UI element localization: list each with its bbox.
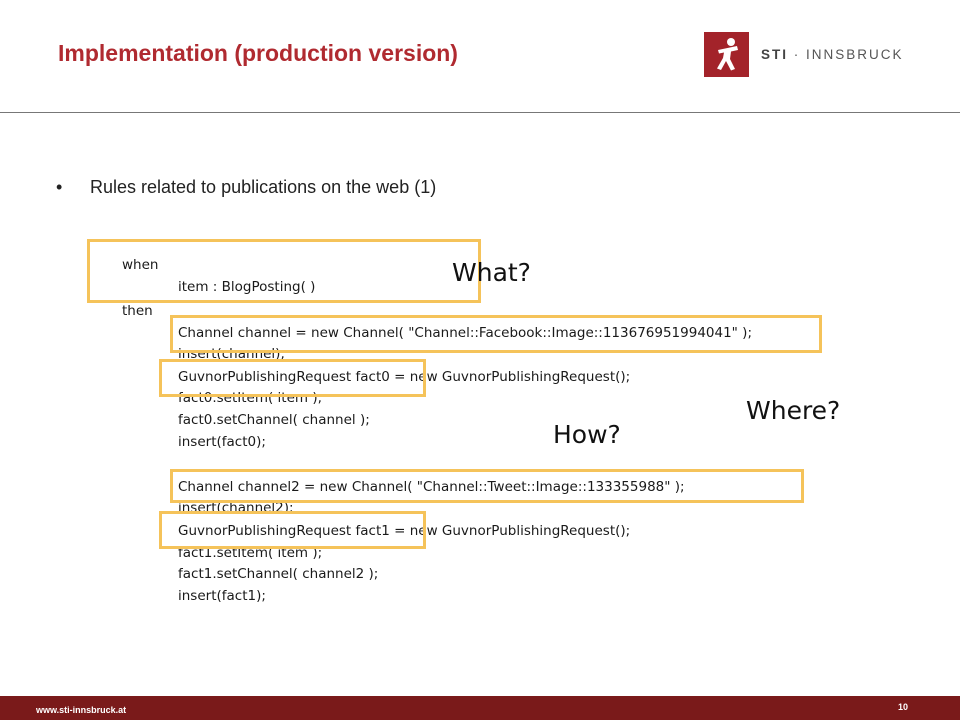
logo-name: INNSBRUCK [806,47,904,62]
code-line: insert(fact0); [178,434,266,450]
callout-how: How? [553,420,621,449]
bullet-item: • Rules related to publications on the we… [56,177,436,198]
code-then: then [122,303,153,319]
logo-wordmark: STI · INNSBRUCK [761,47,904,62]
callout-what: What? [452,258,531,287]
logo-brand: STI [761,47,789,62]
code-line: fact1.setChannel( channel2 ); [178,566,379,582]
callout-where: Where? [746,396,841,425]
sti-person-icon [704,32,749,77]
logo-separator: · [788,47,807,62]
highlight-channel2-box [170,469,804,503]
highlight-request-box [159,359,426,397]
highlight-when-box [87,239,481,303]
footer-url: www.sti-innsbruck.at [36,705,127,715]
bullet-marker: • [56,177,63,197]
highlight-request2-box [159,511,426,549]
header-divider [0,112,960,113]
code-line: insert(fact1); [178,588,266,604]
code-line: fact0.setChannel( channel ); [178,412,370,428]
highlight-channel-box [170,315,822,353]
slide-title: Implementation (production version) [58,40,458,66]
footer-bar [0,696,960,720]
page-number: 10 [898,702,909,712]
bullet-text: Rules related to publications on the web… [90,177,437,197]
sti-logo: STI · INNSBRUCK [704,32,904,77]
